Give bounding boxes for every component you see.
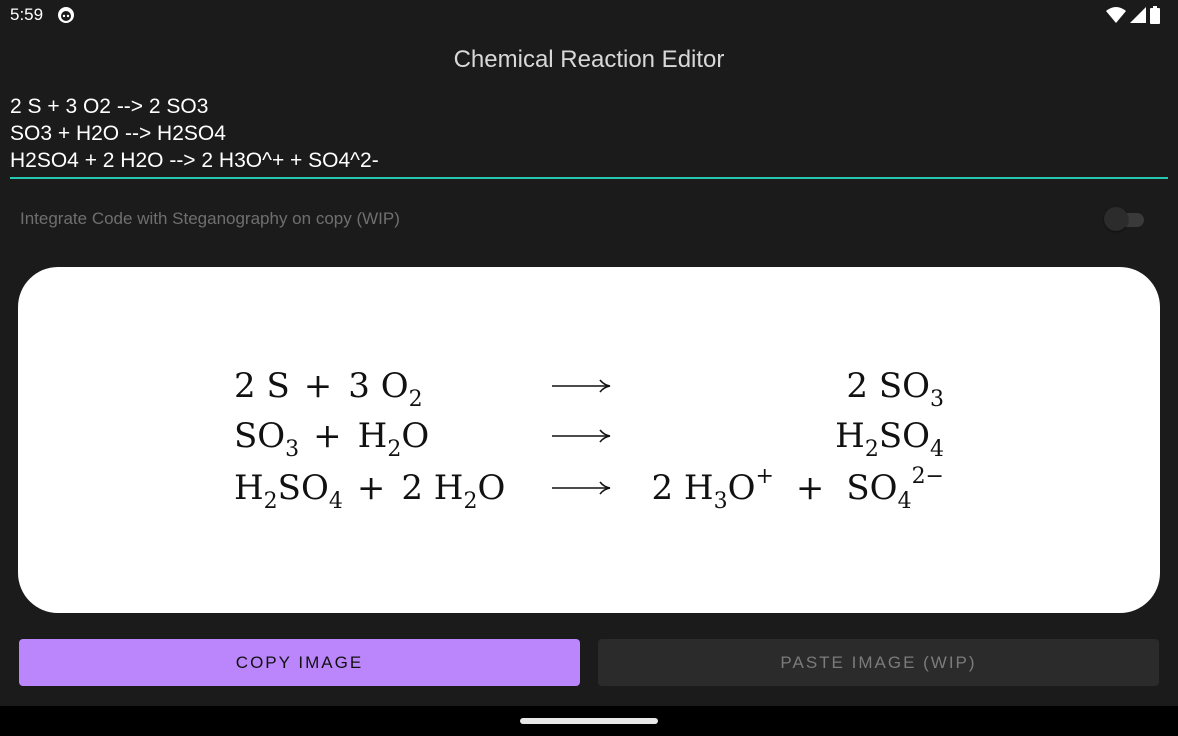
reaction-code-editor[interactable]: 2 S + 3 O2 --> 2 SO3 SO3 + H2O --> H2SO4… [10, 93, 1168, 179]
reaction-row: 2 S +3 O2 2 SO3 [234, 366, 944, 412]
paste-image-button[interactable]: PASTE IMAGE (WIP) [598, 639, 1159, 686]
app-title: Chemical Reaction Editor [453, 46, 725, 73]
reaction-arrow-icon [552, 379, 611, 393]
chemical-species: 2 S [234, 366, 290, 406]
plus-sign: + [357, 468, 386, 508]
chemical-species: H2SO4 [835, 416, 944, 462]
wifi-icon [1106, 7, 1126, 23]
switch-thumb [1104, 207, 1128, 231]
chemical-species: H2O [358, 416, 430, 462]
chemical-species: 2 SO3 [846, 366, 944, 412]
status-time: 5:59 [10, 5, 44, 24]
reaction-arrow-icon [552, 481, 611, 495]
plus-sign: + [796, 468, 825, 508]
status-bar: 5:59 [0, 0, 1178, 32]
battery-icon [1150, 6, 1160, 24]
chemical-species: SO42− [846, 464, 944, 514]
app-notification-icon [58, 7, 74, 23]
chemical-species: SO3 [234, 416, 299, 462]
plus-sign: + [313, 416, 342, 456]
copy-image-button[interactable]: COPY IMAGE [19, 639, 580, 686]
editor-line[interactable]: 2 S + 3 O2 --> 2 SO3 [10, 93, 1168, 120]
reaction-row: SO3 + H2O H2SO4 [234, 416, 944, 462]
editor-line[interactable]: SO3 + H2O --> H2SO4 [10, 120, 1168, 147]
chemical-species: 2 H3O+ [651, 464, 773, 514]
rendered-reactions: 2 S +3 O2 2 SO3SO3 + H2O H2SO4H2SO4 +2 H2O 2 H3… [234, 366, 944, 514]
steganography-toggle-row[interactable]: Integrate Code with Steganography on cop… [20, 206, 1150, 232]
chemical-species: 3 O2 [348, 366, 422, 412]
editor-line[interactable]: H2SO4 + 2 H2O --> 2 H3O^+ + SO4^2- [10, 147, 1168, 174]
home-gesture-handle[interactable] [520, 718, 658, 724]
steganography-switch[interactable] [1104, 207, 1144, 231]
plus-sign: + [304, 366, 333, 406]
reaction-preview-card: 2 S +3 O2 2 SO3 SO3 + H2O H2SO4 H2SO4 +2 H2O 2 H3… [18, 267, 1160, 613]
chemical-species: 2 H2O [401, 468, 505, 514]
navigation-bar [0, 706, 1178, 736]
reaction-arrow-icon [552, 429, 611, 443]
reaction-row: H2SO4 +2 H2O 2 H3O+ + SO42− [234, 464, 944, 514]
status-icons [1106, 6, 1160, 24]
steganography-toggle-label: Integrate Code with Steganography on cop… [20, 209, 400, 228]
signal-icon [1130, 7, 1146, 23]
chemical-species: H2SO4 [234, 468, 343, 514]
